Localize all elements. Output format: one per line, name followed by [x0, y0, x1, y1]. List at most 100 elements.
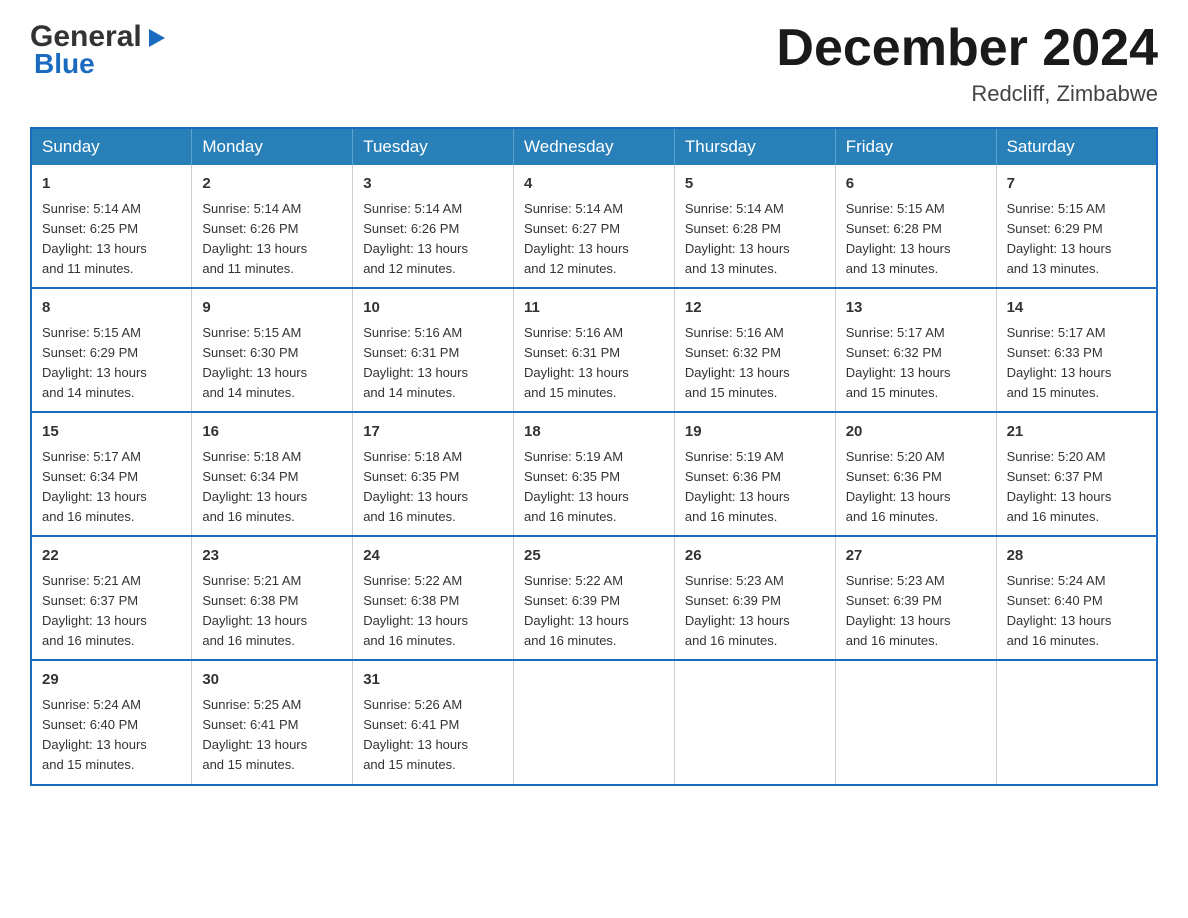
col-header-tuesday: Tuesday — [353, 128, 514, 165]
day-number: 24 — [363, 545, 503, 568]
day-number: 1 — [42, 173, 181, 196]
calendar-cell — [514, 660, 675, 784]
calendar-cell: 31 Sunrise: 5:26 AMSunset: 6:41 PMDayligh… — [353, 660, 514, 784]
calendar-cell: 26Sunrise: 5:23 AMSunset: 6:39 PMDayligh… — [674, 536, 835, 660]
col-header-monday: Monday — [192, 128, 353, 165]
calendar-cell — [996, 660, 1157, 784]
day-info: Sunrise: 5:25 AMSunset: 6:41 PMDaylight:… — [202, 697, 307, 772]
day-info: Sunrise: 5:14 AMSunset: 6:28 PMDaylight:… — [685, 201, 790, 276]
page-title: December 2024 — [776, 20, 1158, 77]
day-number: 29 — [42, 669, 181, 692]
day-info: Sunrise: 5:22 AMSunset: 6:39 PMDaylight:… — [524, 573, 629, 648]
day-info: Sunrise: 5:23 AMSunset: 6:39 PMDaylight:… — [685, 573, 790, 648]
day-info: Sunrise: 5:19 AMSunset: 6:35 PMDaylight:… — [524, 449, 629, 524]
day-info: Sunrise: 5:24 AMSunset: 6:40 PMDaylight:… — [42, 697, 147, 772]
day-number: 31 — [363, 669, 503, 692]
day-number: 20 — [846, 421, 986, 444]
calendar-cell: 30 Sunrise: 5:25 AMSunset: 6:41 PMDayligh… — [192, 660, 353, 784]
calendar-cell: 7Sunrise: 5:15 AMSunset: 6:29 PMDaylight… — [996, 165, 1157, 288]
day-info: Sunrise: 5:18 AMSunset: 6:35 PMDaylight:… — [363, 449, 468, 524]
calendar-cell: 10Sunrise: 5:16 AMSunset: 6:31 PMDayligh… — [353, 288, 514, 412]
day-number: 15 — [42, 421, 181, 444]
calendar-week-3: 15Sunrise: 5:17 AMSunset: 6:34 PMDayligh… — [31, 412, 1157, 536]
day-number: 28 — [1007, 545, 1146, 568]
day-number: 27 — [846, 545, 986, 568]
day-info: Sunrise: 5:24 AMSunset: 6:40 PMDaylight:… — [1007, 573, 1112, 648]
day-info: Sunrise: 5:15 AMSunset: 6:28 PMDaylight:… — [846, 201, 951, 276]
calendar-cell: 9 Sunrise: 5:15 AMSunset: 6:30 PMDaylight… — [192, 288, 353, 412]
calendar-table: Sunday Monday Tuesday Wednesday Thursday… — [30, 127, 1158, 785]
day-number: 9 — [202, 297, 342, 320]
day-number: 16 — [202, 421, 342, 444]
day-info: Sunrise: 5:17 AMSunset: 6:33 PMDaylight:… — [1007, 325, 1112, 400]
calendar-cell: 5 Sunrise: 5:14 AMSunset: 6:28 PMDaylight… — [674, 165, 835, 288]
calendar-week-2: 8 Sunrise: 5:15 AMSunset: 6:29 PMDaylight… — [31, 288, 1157, 412]
calendar-cell: 24 Sunrise: 5:22 AMSunset: 6:38 PMDayligh… — [353, 536, 514, 660]
day-info: Sunrise: 5:15 AMSunset: 6:29 PMDaylight:… — [1007, 201, 1112, 276]
day-info: Sunrise: 5:19 AMSunset: 6:36 PMDaylight:… — [685, 449, 790, 524]
day-info: Sunrise: 5:15 AMSunset: 6:29 PMDaylight:… — [42, 325, 147, 400]
col-header-friday: Friday — [835, 128, 996, 165]
calendar-cell: 22Sunrise: 5:21 AMSunset: 6:37 PMDayligh… — [31, 536, 192, 660]
day-info: Sunrise: 5:16 AMSunset: 6:32 PMDaylight:… — [685, 325, 790, 400]
calendar-header-row: Sunday Monday Tuesday Wednesday Thursday… — [31, 128, 1157, 165]
calendar-week-1: 1 Sunrise: 5:14 AMSunset: 6:25 PMDaylight… — [31, 165, 1157, 288]
day-info: Sunrise: 5:14 AMSunset: 6:26 PMDaylight:… — [363, 201, 468, 276]
col-header-sunday: Sunday — [31, 128, 192, 165]
day-number: 10 — [363, 297, 503, 320]
day-info: Sunrise: 5:23 AMSunset: 6:39 PMDaylight:… — [846, 573, 951, 648]
day-number: 18 — [524, 421, 664, 444]
logo-blue-text: Blue — [30, 48, 167, 80]
title-area: December 2024 Redcliff, Zimbabwe — [776, 20, 1158, 107]
day-number: 25 — [524, 545, 664, 568]
logo: General Blue — [30, 20, 167, 80]
day-number: 8 — [42, 297, 181, 320]
day-number: 4 — [524, 173, 664, 196]
day-info: Sunrise: 5:14 AMSunset: 6:26 PMDaylight:… — [202, 201, 307, 276]
day-number: 6 — [846, 173, 986, 196]
calendar-cell: 12Sunrise: 5:16 AMSunset: 6:32 PMDayligh… — [674, 288, 835, 412]
page-subtitle: Redcliff, Zimbabwe — [776, 81, 1158, 107]
calendar-cell: 11 Sunrise: 5:16 AMSunset: 6:31 PMDayligh… — [514, 288, 675, 412]
header: General Blue December 2024 Redcliff, Zim… — [30, 20, 1158, 107]
calendar-cell: 21Sunrise: 5:20 AMSunset: 6:37 PMDayligh… — [996, 412, 1157, 536]
day-number: 23 — [202, 545, 342, 568]
calendar-cell: 29 Sunrise: 5:24 AMSunset: 6:40 PMDayligh… — [31, 660, 192, 784]
day-number: 5 — [685, 173, 825, 196]
day-info: Sunrise: 5:26 AMSunset: 6:41 PMDaylight:… — [363, 697, 468, 772]
day-info: Sunrise: 5:17 AMSunset: 6:32 PMDaylight:… — [846, 325, 951, 400]
calendar-cell: 16Sunrise: 5:18 AMSunset: 6:34 PMDayligh… — [192, 412, 353, 536]
calendar-cell: 25 Sunrise: 5:22 AMSunset: 6:39 PMDayligh… — [514, 536, 675, 660]
day-info: Sunrise: 5:16 AMSunset: 6:31 PMDaylight:… — [524, 325, 629, 400]
day-number: 3 — [363, 173, 503, 196]
calendar-cell: 18 Sunrise: 5:19 AMSunset: 6:35 PMDayligh… — [514, 412, 675, 536]
day-info: Sunrise: 5:15 AMSunset: 6:30 PMDaylight:… — [202, 325, 307, 400]
calendar-cell: 15Sunrise: 5:17 AMSunset: 6:34 PMDayligh… — [31, 412, 192, 536]
calendar-cell: 3 Sunrise: 5:14 AMSunset: 6:26 PMDaylight… — [353, 165, 514, 288]
calendar-cell: 2 Sunrise: 5:14 AMSunset: 6:26 PMDaylight… — [192, 165, 353, 288]
day-number: 21 — [1007, 421, 1146, 444]
calendar-cell — [674, 660, 835, 784]
day-info: Sunrise: 5:21 AMSunset: 6:38 PMDaylight:… — [202, 573, 307, 648]
calendar-cell: 13Sunrise: 5:17 AMSunset: 6:32 PMDayligh… — [835, 288, 996, 412]
calendar-week-4: 22Sunrise: 5:21 AMSunset: 6:37 PMDayligh… — [31, 536, 1157, 660]
calendar-cell: 17 Sunrise: 5:18 AMSunset: 6:35 PMDayligh… — [353, 412, 514, 536]
col-header-saturday: Saturday — [996, 128, 1157, 165]
calendar-cell: 19 Sunrise: 5:19 AMSunset: 6:36 PMDayligh… — [674, 412, 835, 536]
calendar-cell: 6 Sunrise: 5:15 AMSunset: 6:28 PMDaylight… — [835, 165, 996, 288]
day-info: Sunrise: 5:14 AMSunset: 6:27 PMDaylight:… — [524, 201, 629, 276]
calendar-cell: 23 Sunrise: 5:21 AMSunset: 6:38 PMDayligh… — [192, 536, 353, 660]
day-number: 30 — [202, 669, 342, 692]
day-number: 11 — [524, 297, 664, 320]
day-number: 2 — [202, 173, 342, 196]
day-info: Sunrise: 5:21 AMSunset: 6:37 PMDaylight:… — [42, 573, 147, 648]
day-info: Sunrise: 5:22 AMSunset: 6:38 PMDaylight:… — [363, 573, 468, 648]
col-header-thursday: Thursday — [674, 128, 835, 165]
day-info: Sunrise: 5:14 AMSunset: 6:25 PMDaylight:… — [42, 201, 147, 276]
calendar-cell: 28 Sunrise: 5:24 AMSunset: 6:40 PMDayligh… — [996, 536, 1157, 660]
col-header-wednesday: Wednesday — [514, 128, 675, 165]
day-number: 17 — [363, 421, 503, 444]
day-number: 19 — [685, 421, 825, 444]
day-number: 14 — [1007, 297, 1146, 320]
calendar-cell: 4 Sunrise: 5:14 AMSunset: 6:27 PMDaylight… — [514, 165, 675, 288]
